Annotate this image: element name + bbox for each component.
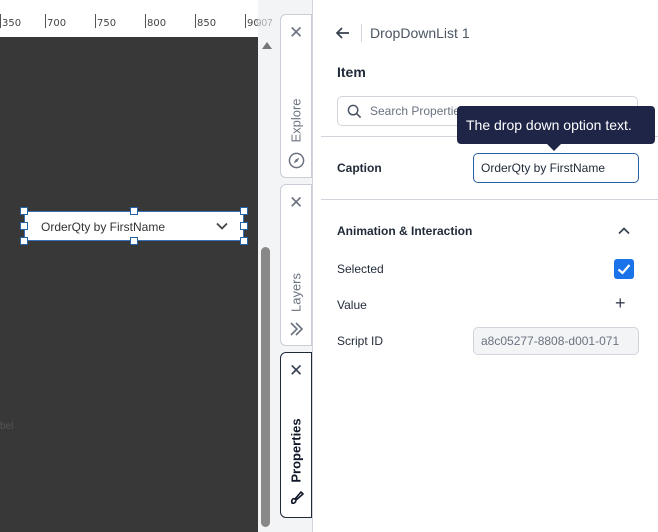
scrollbar-thumb[interactable] xyxy=(261,247,270,527)
resize-handle-w[interactable] xyxy=(20,222,28,230)
ruler-label: 350 xyxy=(2,18,22,29)
add-value-icon[interactable]: + xyxy=(615,294,626,312)
panel-title: DropDownList 1 xyxy=(370,25,470,41)
horizontal-ruler: 350 700 750 800 850 900 xyxy=(0,0,258,38)
canvas-vertical-scrollbar[interactable] xyxy=(258,37,274,532)
resize-handle-ne[interactable] xyxy=(240,207,248,215)
ruler-tick xyxy=(195,14,196,28)
selected-checkbox[interactable] xyxy=(614,259,634,279)
back-arrow-icon[interactable] xyxy=(335,25,351,46)
resize-handle-s[interactable] xyxy=(130,237,138,245)
caption-input[interactable] xyxy=(473,153,639,183)
tab-explore-label: Explore xyxy=(288,98,304,143)
resize-handle-n[interactable] xyxy=(130,207,138,215)
chevron-up-icon[interactable] xyxy=(617,224,631,243)
caption-label: Caption xyxy=(337,161,382,175)
ruler-label: 850 xyxy=(197,18,217,29)
ruler-overflow-label: 907 xyxy=(256,18,273,29)
design-canvas[interactable]: bel OrderQty by FirstName xyxy=(0,37,258,532)
scroll-up-arrow-icon[interactable] xyxy=(262,42,272,49)
tab-properties-label: Properties xyxy=(288,418,304,483)
script-id-field[interactable] xyxy=(473,327,639,355)
tab-properties[interactable]: ✕ Properties xyxy=(280,352,312,518)
tab-explore[interactable]: ✕ Explore xyxy=(280,14,312,178)
chevron-down-icon xyxy=(215,219,229,238)
header-divider xyxy=(361,24,362,42)
paint-brush-icon xyxy=(288,488,306,511)
close-icon[interactable]: ✕ xyxy=(289,194,303,211)
search-icon xyxy=(347,104,362,124)
side-tab-strip: ✕ Explore ✕ Layers ✕ Properties xyxy=(274,0,312,532)
tab-layers[interactable]: ✕ Layers xyxy=(280,184,312,346)
resize-handle-e[interactable] xyxy=(240,222,248,230)
compass-icon xyxy=(288,152,305,174)
section-title-item: Item xyxy=(337,64,366,80)
resize-handle-se[interactable] xyxy=(240,237,248,245)
checkmark-icon xyxy=(617,264,631,275)
resize-handle-sw[interactable] xyxy=(20,237,28,245)
ruler-label: 800 xyxy=(147,18,167,29)
section-divider xyxy=(321,199,658,200)
caption-tooltip: The drop down option text. xyxy=(457,106,655,151)
ruler-tick xyxy=(245,14,246,28)
value-label: Value xyxy=(337,298,367,312)
close-icon[interactable]: ✕ xyxy=(289,362,303,379)
ruler-tick xyxy=(0,14,1,28)
ruler-label: 700 xyxy=(47,18,67,29)
tab-layers-label: Layers xyxy=(288,272,304,313)
selected-label: Selected xyxy=(337,262,384,276)
ruler-tick xyxy=(145,14,146,28)
dropdown-widget-text: OrderQty by FirstName xyxy=(41,220,166,234)
close-icon[interactable]: ✕ xyxy=(289,24,303,41)
ruler-label: 750 xyxy=(97,18,117,29)
animation-section-title: Animation & Interaction xyxy=(337,224,473,238)
layers-icon xyxy=(288,320,306,343)
properties-panel: DropDownList 1 Item Caption The drop dow… xyxy=(312,0,658,532)
ruler-tick xyxy=(45,14,46,28)
script-id-label: Script ID xyxy=(337,334,384,348)
canvas-partial-label: bel xyxy=(0,421,14,432)
ruler-tick xyxy=(95,14,96,28)
resize-handle-nw[interactable] xyxy=(20,207,28,215)
